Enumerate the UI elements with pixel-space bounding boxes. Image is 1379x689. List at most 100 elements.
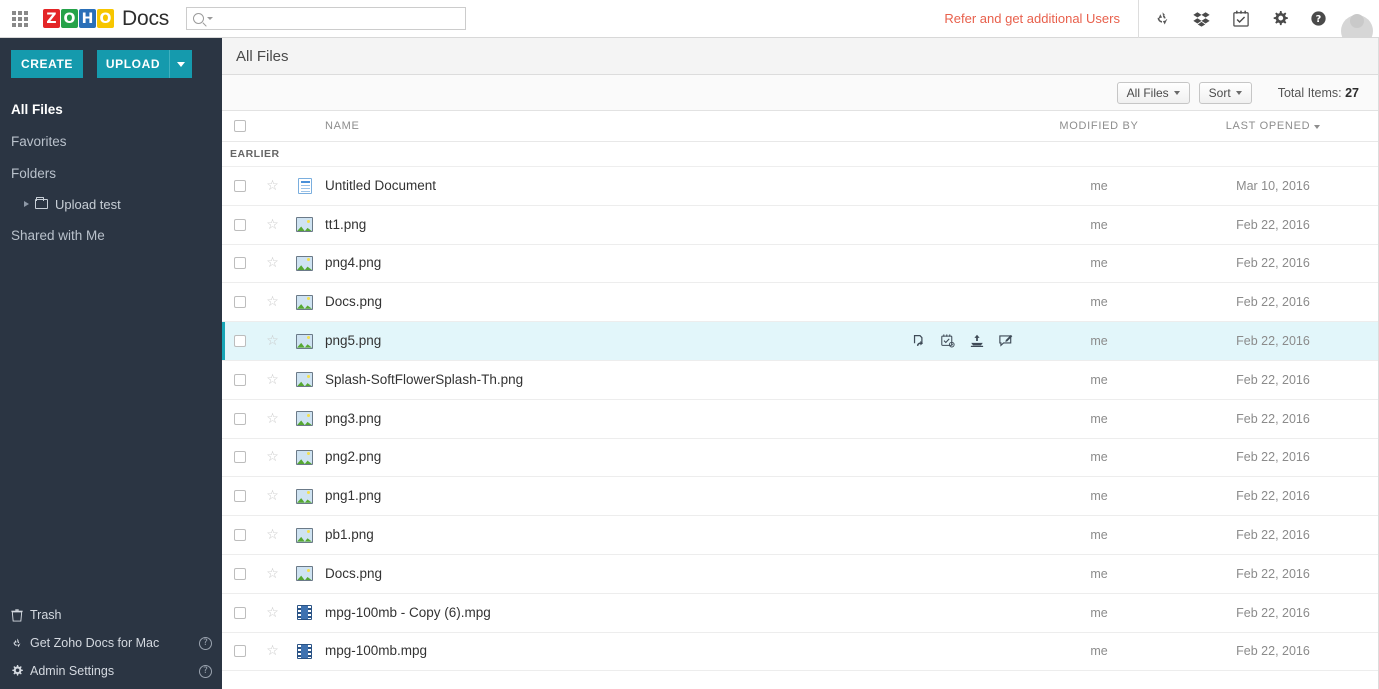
favorite-star-cell[interactable]: ☆: [258, 412, 287, 426]
star-icon[interactable]: ☆: [266, 256, 279, 270]
favorite-star-cell[interactable]: ☆: [258, 644, 287, 658]
row-checkbox-cell[interactable]: [222, 606, 258, 619]
sort-button[interactable]: Sort: [1198, 81, 1252, 104]
favorite-star-cell[interactable]: ☆: [258, 567, 287, 581]
sidebar-item-shared-with-me[interactable]: Shared with Me: [0, 219, 222, 251]
task-icon[interactable]: [941, 334, 955, 348]
table-row[interactable]: ☆ mpg-100mb.mpg me Feb 22, 2016: [222, 633, 1379, 672]
column-header-last-opened[interactable]: LAST OPENED: [1189, 120, 1379, 132]
sync-icon[interactable]: [1143, 0, 1182, 38]
tasks-icon[interactable]: [1221, 0, 1260, 38]
sidebar-item-favorites[interactable]: Favorites: [0, 125, 222, 157]
file-name-cell[interactable]: Docs.png: [322, 565, 1009, 583]
file-name-cell[interactable]: tt1.png: [322, 216, 1009, 234]
sidebar-item-upload-test[interactable]: Upload test: [0, 189, 222, 219]
star-icon[interactable]: ☆: [266, 334, 279, 348]
table-row[interactable]: ☆ png3.png me Feb 22, 2016: [222, 400, 1379, 439]
table-row[interactable]: ☆ mpg-100mb - Copy (6).mpg me Feb 22, 2016: [222, 594, 1379, 633]
help-circle-icon[interactable]: ?: [199, 636, 212, 650]
favorite-star-cell[interactable]: ☆: [258, 295, 287, 309]
create-button[interactable]: CREATE: [11, 50, 83, 78]
row-checkbox[interactable]: [234, 567, 246, 580]
sidebar-item-get-docs-mac[interactable]: Get Zoho Docs for Mac ?: [0, 629, 222, 657]
star-icon[interactable]: ☆: [266, 450, 279, 464]
row-checkbox[interactable]: [234, 645, 246, 658]
file-name-cell[interactable]: mpg-100mb.mpg: [322, 642, 1009, 660]
table-row[interactable]: ☆ Untitled Document me Mar 10, 2016: [222, 167, 1379, 206]
favorite-star-cell[interactable]: ☆: [258, 450, 287, 464]
favorite-star-cell[interactable]: ☆: [258, 489, 287, 503]
file-name-cell[interactable]: mpg-100mb - Copy (6).mpg: [322, 604, 1009, 622]
brand-logo[interactable]: Z O H O Docs: [43, 7, 169, 31]
column-header-name[interactable]: NAME: [322, 120, 1009, 132]
file-name-cell[interactable]: png3.png: [322, 410, 1009, 428]
avatar[interactable]: [1338, 0, 1376, 38]
row-checkbox-cell[interactable]: [222, 296, 258, 309]
row-checkbox[interactable]: [234, 296, 246, 309]
search-box[interactable]: [186, 7, 467, 30]
row-checkbox-cell[interactable]: [222, 490, 258, 503]
star-icon[interactable]: ☆: [266, 295, 279, 309]
table-row[interactable]: ☆ pb1.png me Feb 22, 2016: [222, 516, 1379, 555]
star-icon[interactable]: ☆: [266, 644, 279, 658]
table-row[interactable]: ☆ png5.png me Feb 22, 2016: [222, 322, 1379, 361]
table-row[interactable]: ☆ Docs.png me Feb 22, 2016: [222, 555, 1379, 594]
star-icon[interactable]: ☆: [266, 179, 279, 193]
select-all-checkbox[interactable]: [234, 120, 246, 132]
file-name-cell[interactable]: png4.png: [322, 254, 1009, 272]
share-icon[interactable]: [912, 334, 926, 348]
star-icon[interactable]: ☆: [266, 606, 279, 620]
sidebar-item-admin-settings[interactable]: Admin Settings ?: [0, 657, 222, 685]
comment-icon[interactable]: [999, 334, 1013, 348]
star-icon[interactable]: ☆: [266, 528, 279, 542]
refer-users-link[interactable]: Refer and get additional Users: [944, 11, 1138, 26]
sidebar-item-folders[interactable]: Folders: [0, 157, 222, 189]
row-checkbox-cell[interactable]: [222, 373, 258, 386]
row-checkbox[interactable]: [234, 179, 246, 192]
row-checkbox[interactable]: [234, 606, 246, 619]
apps-grid-icon[interactable]: [0, 0, 40, 38]
chevron-right-icon[interactable]: [24, 201, 29, 207]
row-checkbox-cell[interactable]: [222, 451, 258, 464]
file-name-cell[interactable]: pb1.png: [322, 526, 1009, 544]
file-name-cell[interactable]: png5.png: [322, 332, 1009, 350]
row-checkbox-cell[interactable]: [222, 567, 258, 580]
star-icon[interactable]: ☆: [266, 489, 279, 503]
file-name-cell[interactable]: Splash-SoftFlowerSplash-Th.png: [322, 371, 1009, 389]
filter-all-files-button[interactable]: All Files: [1116, 81, 1190, 104]
favorite-star-cell[interactable]: ☆: [258, 256, 287, 270]
file-name-cell[interactable]: png1.png: [322, 487, 1009, 505]
upload-button[interactable]: UPLOAD: [97, 50, 169, 78]
row-checkbox[interactable]: [234, 529, 246, 542]
table-row[interactable]: ☆ Splash-SoftFlowerSplash-Th.png me Feb 22,…: [222, 361, 1379, 400]
star-icon[interactable]: ☆: [266, 218, 279, 232]
row-checkbox[interactable]: [234, 257, 246, 270]
row-checkbox[interactable]: [234, 218, 246, 231]
row-checkbox-cell[interactable]: [222, 257, 258, 270]
publish-icon[interactable]: [970, 334, 984, 348]
star-icon[interactable]: ☆: [266, 373, 279, 387]
upload-chevron-down-icon[interactable]: [169, 50, 192, 78]
row-checkbox[interactable]: [234, 335, 246, 348]
dropbox-icon[interactable]: [1182, 0, 1221, 38]
favorite-star-cell[interactable]: ☆: [258, 373, 287, 387]
help-circle-icon[interactable]: ?: [199, 664, 212, 678]
row-checkbox-cell[interactable]: [222, 645, 258, 658]
row-checkbox[interactable]: [234, 373, 246, 386]
search-chevron-down-icon[interactable]: [207, 17, 214, 20]
table-row[interactable]: ☆ png4.png me Feb 22, 2016: [222, 245, 1379, 284]
row-checkbox-cell[interactable]: [222, 218, 258, 231]
search-input[interactable]: [218, 11, 460, 26]
gear-icon[interactable]: [1260, 0, 1299, 38]
row-checkbox-cell[interactable]: [222, 529, 258, 542]
star-icon[interactable]: ☆: [266, 567, 279, 581]
star-icon[interactable]: ☆: [266, 412, 279, 426]
help-icon[interactable]: ?: [1299, 0, 1338, 38]
favorite-star-cell[interactable]: ☆: [258, 334, 287, 348]
select-all-cell[interactable]: [222, 120, 258, 132]
row-checkbox-cell[interactable]: [222, 179, 258, 192]
file-name-cell[interactable]: Docs.png: [322, 293, 1009, 311]
row-checkbox[interactable]: [234, 490, 246, 503]
favorite-star-cell[interactable]: ☆: [258, 528, 287, 542]
table-row[interactable]: ☆ png2.png me Feb 22, 2016: [222, 439, 1379, 478]
